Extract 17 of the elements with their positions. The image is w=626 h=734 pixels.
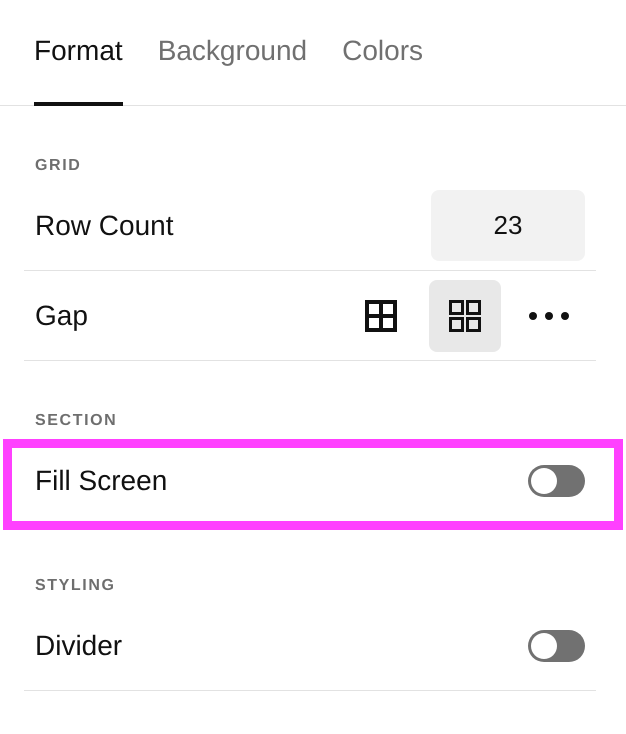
setting-label: Gap: [35, 302, 88, 330]
section-heading: STYLING: [35, 576, 116, 596]
section-heading: GRID: [35, 156, 82, 176]
number-field[interactable]: 23: [431, 190, 585, 261]
spaced-grid-option-button[interactable]: [429, 280, 501, 352]
toggle-switch[interactable]: [528, 465, 585, 497]
more-icon: [529, 312, 569, 320]
setting-label: Fill Screen: [35, 467, 168, 495]
toggle-switch[interactable]: [528, 630, 585, 662]
tab[interactable]: Background: [158, 0, 308, 106]
grid-icon: [365, 300, 397, 332]
tab[interactable]: Colors: [342, 0, 424, 106]
section-heading: SECTION: [35, 411, 118, 431]
setting-label: Divider: [35, 632, 122, 660]
spaced-grid-icon: [449, 300, 481, 332]
tab[interactable]: Format: [34, 0, 123, 106]
setting-label: Row Count: [35, 212, 174, 240]
